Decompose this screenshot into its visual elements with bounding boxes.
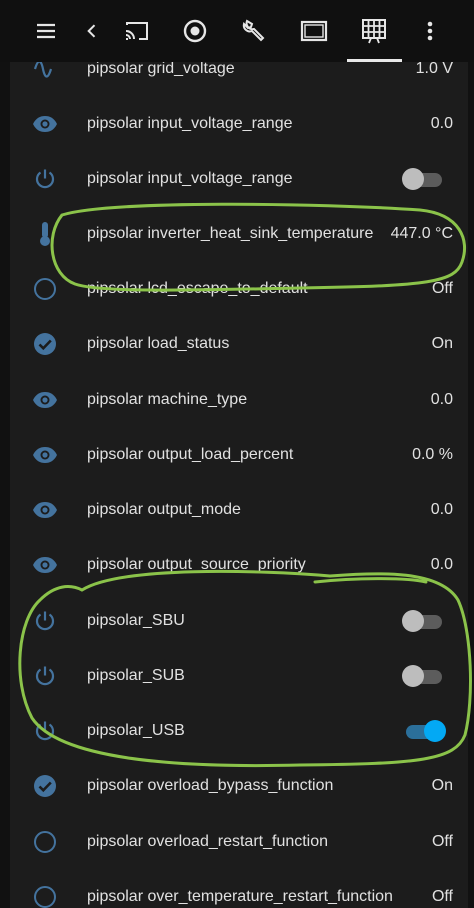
toggle-switch[interactable] bbox=[402, 168, 446, 190]
entity-row-usb[interactable]: pipsolar_USB bbox=[10, 703, 468, 758]
sine-wave-icon bbox=[32, 62, 58, 82]
entity-row-lcd-escape[interactable]: pipsolar lcd_escape_to_default Off bbox=[10, 261, 468, 316]
entity-name: pipsolar overload_restart_function bbox=[87, 833, 329, 850]
entity-state: 0.0 bbox=[430, 501, 453, 518]
circle-outline-icon bbox=[32, 276, 58, 302]
back-icon[interactable] bbox=[76, 0, 108, 62]
entity-state: 0.0 bbox=[430, 391, 453, 408]
wrench-icon[interactable] bbox=[231, 0, 277, 62]
entity-state: 0.0 bbox=[430, 556, 453, 573]
eye-icon bbox=[32, 111, 58, 137]
toggle-switch[interactable] bbox=[402, 720, 446, 742]
entity-name: pipsolar load_status bbox=[87, 335, 230, 352]
entity-state: 447.0 °C bbox=[390, 225, 453, 242]
entity-row-over-temperature-restart[interactable]: pipsolar over_temperature_restart_functi… bbox=[10, 869, 468, 908]
check-circle-icon bbox=[32, 773, 58, 799]
entity-name: pipsolar input_voltage_range bbox=[87, 115, 293, 132]
power-icon bbox=[32, 166, 58, 192]
entity-state: On bbox=[431, 335, 453, 352]
check-circle-icon bbox=[32, 331, 58, 357]
circle-outline-icon bbox=[32, 829, 58, 855]
entity-state: Off bbox=[431, 280, 453, 297]
eye-icon bbox=[32, 497, 58, 523]
entity-row-load-status[interactable]: pipsolar load_status On bbox=[10, 316, 468, 371]
menu-icon[interactable] bbox=[22, 0, 70, 62]
entity-row-machine-type[interactable]: pipsolar machine_type 0.0 bbox=[10, 372, 468, 427]
entity-row-output-source-priority[interactable]: pipsolar output_source_priority 0.0 bbox=[10, 537, 468, 592]
entity-name: pipsolar_USB bbox=[87, 722, 185, 739]
entity-name: pipsolar output_load_percent bbox=[87, 446, 294, 463]
entity-name: pipsolar input_voltage_range bbox=[87, 170, 293, 187]
toggle-switch[interactable] bbox=[402, 610, 446, 632]
entity-name: pipsolar_SBU bbox=[87, 612, 185, 629]
history-icon[interactable] bbox=[172, 0, 218, 62]
power-icon bbox=[32, 663, 58, 689]
entity-row-sbu[interactable]: pipsolar_SBU bbox=[10, 593, 468, 648]
thermometer-icon bbox=[32, 221, 58, 247]
entity-name: pipsolar over_temperature_restart_functi… bbox=[87, 888, 393, 905]
entity-state: 0.0 % bbox=[412, 446, 453, 463]
eye-icon bbox=[32, 442, 58, 468]
active-tab-indicator bbox=[347, 59, 402, 62]
entity-row-input-voltage-range[interactable]: pipsolar input_voltage_range 0.0 bbox=[10, 96, 468, 151]
power-icon bbox=[32, 608, 58, 634]
entity-name: pipsolar_SUB bbox=[87, 667, 185, 684]
entity-name: pipsolar machine_type bbox=[87, 391, 248, 408]
entity-name: pipsolar output_mode bbox=[87, 501, 241, 518]
entity-row-heat-sink-temperature[interactable]: pipsolar inverter_heat_sink_temperature … bbox=[10, 206, 468, 261]
entity-row-output-load-percent[interactable]: pipsolar output_load_percent 0.0 % bbox=[10, 427, 468, 482]
eye-icon bbox=[32, 387, 58, 413]
entity-state: 1.0 V bbox=[415, 62, 453, 77]
more-vert-icon[interactable] bbox=[410, 0, 450, 62]
eye-icon bbox=[32, 552, 58, 578]
entity-row-overload-bypass[interactable]: pipsolar overload_bypass_function On bbox=[10, 758, 468, 813]
entity-name: pipsolar lcd_escape_to_default bbox=[87, 280, 308, 297]
entity-row-input-voltage-range-switch[interactable]: pipsolar input_voltage_range bbox=[10, 151, 468, 206]
entity-name: pipsolar grid_voltage bbox=[87, 62, 235, 77]
entity-row-output-mode[interactable]: pipsolar output_mode 0.0 bbox=[10, 482, 468, 537]
power-icon bbox=[32, 718, 58, 744]
cast-icon[interactable] bbox=[114, 0, 160, 62]
tablet-icon[interactable] bbox=[290, 0, 338, 62]
entity-row-sub[interactable]: pipsolar_SUB bbox=[10, 648, 468, 703]
toggle-switch[interactable] bbox=[402, 665, 446, 687]
entity-row-overload-restart[interactable]: pipsolar overload_restart_function Off bbox=[10, 814, 468, 869]
grid-icon[interactable] bbox=[350, 0, 398, 62]
entity-name: pipsolar output_source_priority bbox=[87, 556, 306, 573]
entity-state: Off bbox=[431, 833, 453, 850]
circle-outline-icon bbox=[32, 884, 58, 908]
entities-card: pipsolar grid_voltage 1.0 V pipsolar inp… bbox=[10, 62, 468, 908]
top-toolbar bbox=[0, 0, 474, 62]
entity-state: 0.0 bbox=[430, 115, 453, 132]
entity-state: On bbox=[431, 777, 453, 794]
entity-state: Off bbox=[431, 888, 453, 905]
entity-name: pipsolar inverter_heat_sink_temperature bbox=[87, 225, 374, 242]
entity-row-grid-voltage[interactable]: pipsolar grid_voltage 1.0 V bbox=[10, 62, 468, 96]
entity-name: pipsolar overload_bypass_function bbox=[87, 777, 334, 794]
